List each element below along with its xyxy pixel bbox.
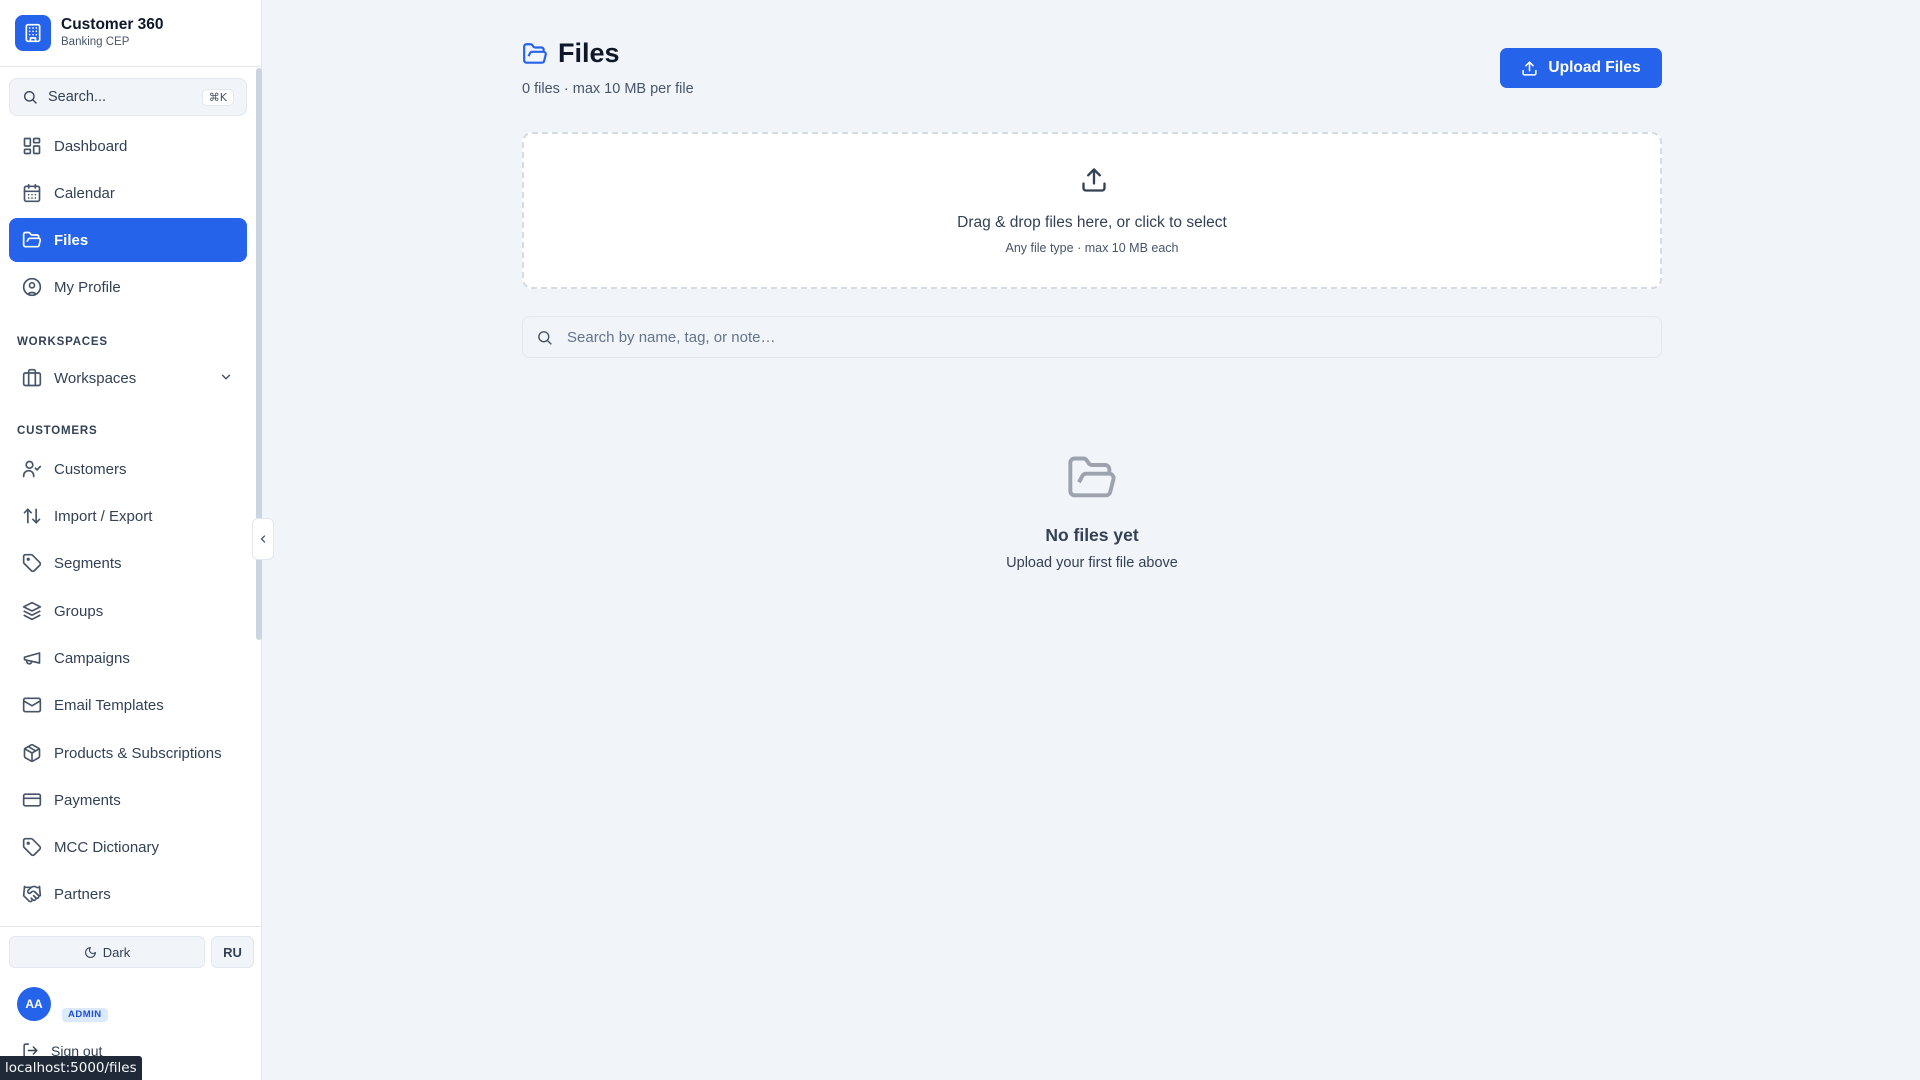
empty-state-subtitle: Upload your first file above [1006,555,1178,571]
theme-toggle-label: Dark [102,944,131,960]
keyboard-shortcut: ⌘K [201,88,234,106]
folder-open-icon [22,230,42,250]
dashboard-icon [22,136,42,156]
page-title: Files [558,38,620,68]
theme-toggle-button[interactable]: Dark [9,936,205,968]
sidebar-item-label: Workspaces [54,369,137,387]
page-header: Files [522,38,620,69]
section-label-customers: CUSTOMERS [17,425,98,437]
building-icon [15,15,51,51]
sidebar-item-label: Email Templates [54,696,164,714]
sidebar-search[interactable]: Search... ⌘K [9,78,247,116]
sidebar-item-products-subscriptions[interactable]: Products & Subscriptions [9,731,247,775]
package-icon [22,743,42,763]
mail-icon [22,695,42,715]
sidebar-item-groups[interactable]: Groups [9,589,247,633]
sidebar-item-label: Files [54,231,89,249]
sidebar-item-mcc-dictionary[interactable]: MCC Dictionary [9,825,247,869]
empty-state-title: No files yet [1045,525,1139,545]
handshake-icon [22,884,42,904]
sidebar-item-partners[interactable]: Partners [9,872,247,916]
brand-subtitle: Banking CEP [61,36,130,48]
tag-icon [22,553,42,573]
sidebar-item-import-export[interactable]: Import / Export [9,494,247,538]
credit-card-icon [22,790,42,810]
upload-files-button[interactable]: Upload Files [1500,48,1662,88]
sidebar-item-campaigns[interactable]: Campaigns [9,636,247,680]
file-search-placeholder: Search by name, tag, or note… [567,328,776,346]
arrows-up-down-icon [22,506,42,526]
upload-icon [1080,166,1108,194]
sidebar-item-customers[interactable]: Customers [9,447,247,491]
sidebar-item-label: Segments [54,554,122,572]
file-search-input[interactable]: Search by name, tag, or note… [522,316,1662,358]
folder-open-icon [1066,452,1118,504]
sidebar-item-my-profile[interactable]: My Profile [9,265,247,309]
search-icon [536,329,553,346]
calendar-icon [22,183,42,203]
layers-icon [22,601,42,621]
section-label-workspaces: WORKSPACES [17,336,108,348]
avatar[interactable]: AA [17,987,51,1021]
sidebar-item-dashboard[interactable]: Dashboard [9,124,247,168]
sidebar-item-label: Calendar [54,184,115,202]
sidebar-item-label: Campaigns [54,649,130,667]
collapse-sidebar-button[interactable] [252,518,274,560]
sidebar-item-label: Import / Export [54,507,153,525]
briefcase-icon [22,368,42,388]
megaphone-icon [22,648,42,668]
sidebar-item-label: Dashboard [54,137,128,155]
divider [0,66,262,67]
brand-name: Customer 360 [61,16,164,33]
sidebar-item-label: Customers [54,460,127,478]
sidebar: Customer 360 Banking CEP Search... ⌘K Da… [0,0,262,1080]
role-badge: ADMIN [62,1008,108,1022]
sidebar-item-label: Groups [54,602,104,620]
sidebar-item-email-templates[interactable]: Email Templates [9,683,247,727]
page-subtitle: 0 files · max 10 MB per file [522,81,694,97]
upload-files-label: Upload Files [1548,59,1641,76]
sidebar-item-label: Products & Subscriptions [54,744,222,762]
sidebar-search-placeholder: Search... [48,89,107,105]
sidebar-item-calendar[interactable]: Calendar [9,171,247,215]
status-bar-url: localhost:5000/files [0,1056,142,1080]
divider [0,926,262,927]
sidebar-item-payments[interactable]: Payments [9,778,247,822]
tag-icon [22,837,42,857]
user-check-icon [22,459,42,479]
sidebar-item-files[interactable]: Files [9,218,247,262]
dropzone-text: Drag & drop files here, or click to sele… [957,214,1227,231]
sidebar-item-label: Payments [54,791,121,809]
brand[interactable]: Customer 360 Banking CEP [15,15,164,51]
chevron-left-icon [257,533,269,545]
sidebar-item-label: Partners [54,885,111,903]
sidebar-item-segments[interactable]: Segments [9,541,247,585]
search-icon [22,89,38,105]
folder-open-icon [522,41,548,67]
sidebar-item-workspaces[interactable]: Workspaces [9,356,247,400]
user-circle-icon [22,277,42,297]
file-dropzone[interactable]: Drag & drop files here, or click to sele… [522,132,1662,289]
moon-icon [84,946,97,959]
dropzone-hint: Any file type · max 10 MB each [1005,241,1179,255]
chevron-down-icon [219,370,233,384]
language-button[interactable]: RU [211,936,254,968]
upload-icon [1521,60,1538,77]
sidebar-item-label: My Profile [54,278,121,296]
sidebar-item-label: MCC Dictionary [54,838,160,856]
